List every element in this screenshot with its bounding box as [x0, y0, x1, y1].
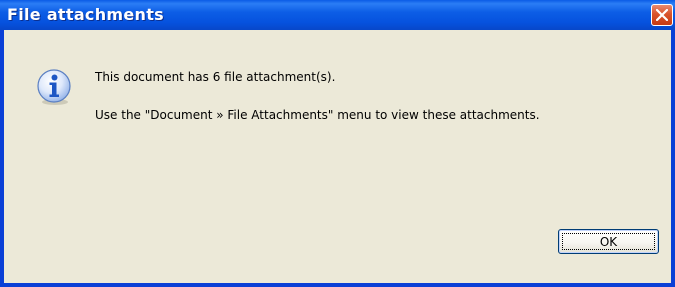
close-icon	[656, 9, 668, 21]
dialog-window: File attachments This document has 6 fil…	[0, 0, 675, 287]
title-bar[interactable]: File attachments	[0, 0, 675, 30]
focus-ring	[562, 233, 655, 250]
close-button[interactable]	[651, 4, 673, 26]
message-line-1: This document has 6 file attachment(s).	[95, 70, 336, 84]
window-bottom-border	[0, 283, 675, 287]
dialog-body: This document has 6 file attachment(s). …	[4, 30, 671, 283]
ok-button[interactable]: OK	[558, 229, 659, 254]
dialog-title: File attachments	[7, 5, 164, 24]
info-icon	[37, 69, 71, 105]
message-line-2: Use the "Document » File Attachments" me…	[95, 108, 540, 122]
